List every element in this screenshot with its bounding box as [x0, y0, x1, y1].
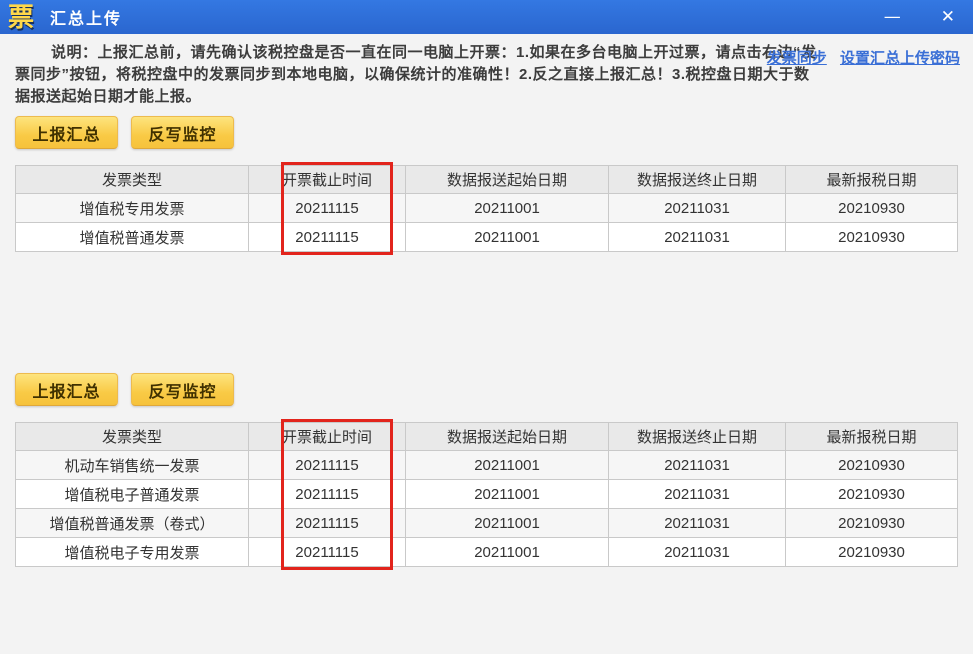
invoice-type-cell: 增值税电子普通发票 [15, 479, 249, 509]
report-summary-button[interactable]: 上报汇总 [15, 116, 118, 149]
table-row: 增值税普通发票 20211115 20211001 20211031 20210930 [15, 222, 958, 252]
date-cell: 20211001 [405, 508, 609, 538]
invoice-table-wrap: 发票类型 开票截止时间 数据报送起始日期 数据报送终止日期 最新报税日期 机动车… [15, 419, 958, 570]
table-row: 机动车销售统一发票 20211115 20211001 20211031 2021093… [15, 450, 958, 480]
col-latest-tax-date: 最新报税日期 [785, 165, 958, 194]
button-row: 上报汇总 反写监控 [15, 116, 958, 149]
invoice-type-cell: 增值税普通发票（卷式） [15, 508, 249, 538]
titlebar: 票 汇总上传 — ✕ [0, 0, 973, 34]
date-cell: 20211115 [248, 450, 406, 480]
col-report-start-date: 数据报送起始日期 [405, 165, 609, 194]
button-row: 上报汇总 反写监控 [15, 373, 958, 406]
notice-area: 说明：上报汇总前，请先确认该税控盘是否一直在同一电脑上开票：1.如果在多台电脑上… [0, 34, 973, 108]
table-header-row: 发票类型 开票截止时间 数据报送起始日期 数据报送终止日期 最新报税日期 [15, 422, 958, 451]
report-summary-button[interactable]: 上报汇总 [15, 373, 118, 406]
header-links: 发票同步 设置汇总上传密码 [758, 47, 960, 68]
invoice-type-cell: 增值税电子专用发票 [15, 537, 249, 567]
table-row: 增值税电子普通发票 20211115 20211001 20211031 2021093… [15, 479, 958, 509]
date-cell: 20211031 [608, 193, 786, 223]
minimize-icon[interactable]: — [878, 8, 907, 27]
date-cell: 20211001 [405, 479, 609, 509]
section-special-invoices: 上报汇总 反写监控 发票类型 开票截止时间 数据报送起始日期 数据报送终止日期 … [0, 116, 973, 255]
date-cell: 20210930 [785, 537, 958, 567]
notice-text: 说明：上报汇总前，请先确认该税控盘是否一直在同一电脑上开票：1.如果在多台电脑上… [15, 44, 817, 105]
table-header-row: 发票类型 开票截止时间 数据报送起始日期 数据报送终止日期 最新报税日期 [15, 165, 958, 194]
date-cell: 20211031 [608, 479, 786, 509]
date-cell: 20211001 [405, 537, 609, 567]
col-invoicing-deadline: 开票截止时间 [248, 422, 406, 451]
close-icon[interactable]: ✕ [935, 8, 961, 27]
col-latest-tax-date: 最新报税日期 [785, 422, 958, 451]
date-cell: 20211031 [608, 450, 786, 480]
date-cell: 20211115 [248, 508, 406, 538]
app-ticket-icon: 票 [8, 2, 35, 32]
window-controls: — ✕ [878, 8, 961, 27]
invoice-type-cell: 机动车销售统一发票 [15, 450, 249, 480]
date-cell: 20211031 [608, 537, 786, 567]
col-invoice-type: 发票类型 [15, 165, 249, 194]
col-report-end-date: 数据报送终止日期 [608, 165, 786, 194]
invoice-type-cell: 增值税专用发票 [15, 193, 249, 223]
set-upload-password-link[interactable]: 设置汇总上传密码 [840, 50, 960, 67]
invoice-type-cell: 增值税普通发票 [15, 222, 249, 252]
date-cell: 20211115 [248, 222, 406, 252]
section-other-invoices: 上报汇总 反写监控 发票类型 开票截止时间 数据报送起始日期 数据报送终止日期 … [0, 373, 973, 570]
col-report-end-date: 数据报送终止日期 [608, 422, 786, 451]
table-row: 增值税专用发票 20211115 20211001 20211031 20210930 [15, 193, 958, 223]
table-row: 增值税普通发票（卷式） 20211115 20211001 20211031 20210… [15, 508, 958, 538]
writeback-monitor-button[interactable]: 反写监控 [131, 116, 234, 149]
date-cell: 20211001 [405, 450, 609, 480]
window-title: 汇总上传 [50, 11, 123, 28]
date-cell: 20211115 [248, 479, 406, 509]
date-cell: 20210930 [785, 450, 958, 480]
table-row: 增值税电子专用发票 20211115 20211001 20211031 2021093… [15, 537, 958, 567]
writeback-monitor-button[interactable]: 反写监控 [131, 373, 234, 406]
invoice-sync-link[interactable]: 发票同步 [767, 50, 827, 67]
date-cell: 20211031 [608, 508, 786, 538]
col-invoice-type: 发票类型 [15, 422, 249, 451]
date-cell: 20210930 [785, 193, 958, 223]
date-cell: 20211001 [405, 222, 609, 252]
date-cell: 20210930 [785, 508, 958, 538]
col-report-start-date: 数据报送起始日期 [405, 422, 609, 451]
date-cell: 20211115 [248, 537, 406, 567]
date-cell: 20210930 [785, 222, 958, 252]
date-cell: 20211031 [608, 222, 786, 252]
invoice-table-wrap: 发票类型 开票截止时间 数据报送起始日期 数据报送终止日期 最新报税日期 增值税… [15, 162, 958, 255]
col-invoicing-deadline: 开票截止时间 [248, 165, 406, 194]
date-cell: 20210930 [785, 479, 958, 509]
date-cell: 20211001 [405, 193, 609, 223]
date-cell: 20211115 [248, 193, 406, 223]
invoice-table: 发票类型 开票截止时间 数据报送起始日期 数据报送终止日期 最新报税日期 机动车… [15, 422, 958, 567]
invoice-table: 发票类型 开票截止时间 数据报送起始日期 数据报送终止日期 最新报税日期 增值税… [15, 165, 958, 252]
